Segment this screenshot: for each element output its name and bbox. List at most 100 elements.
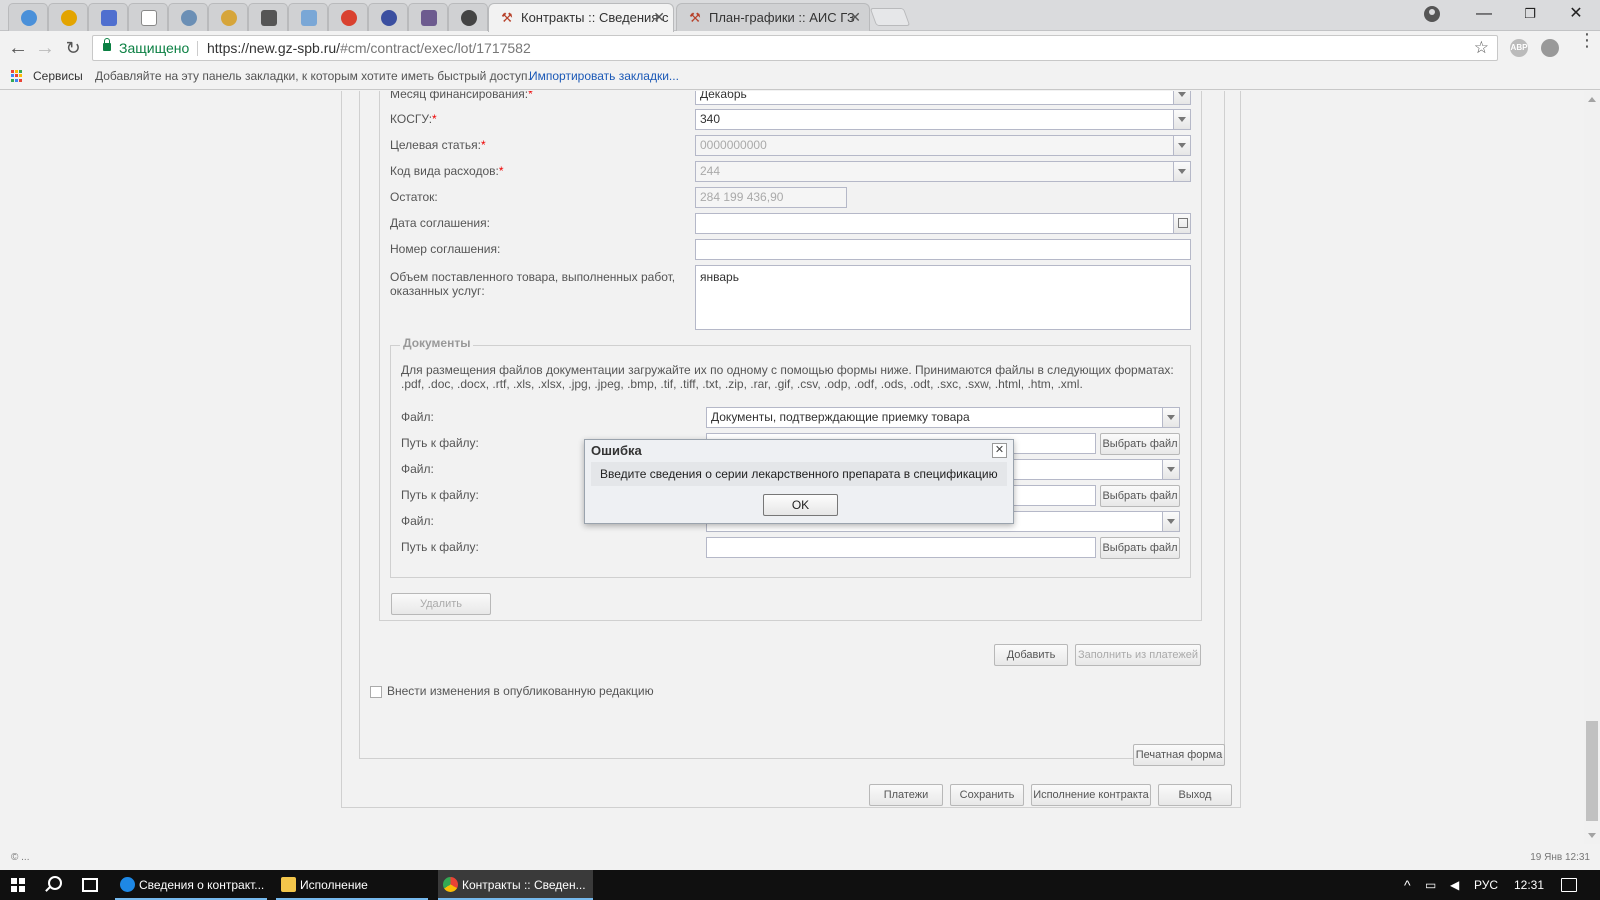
- required-mark: *: [528, 91, 533, 101]
- taskbar-app-label: Сведения о контракт...: [139, 878, 265, 892]
- choose-file-button[interactable]: Выбрать файл: [1100, 485, 1180, 507]
- agreement-number-field[interactable]: [695, 239, 1191, 260]
- close-icon[interactable]: ✕: [992, 443, 1007, 458]
- status-bar: © ... 19 Янв 12:31: [0, 844, 1600, 870]
- document-icon: [141, 10, 157, 26]
- new-tab-button[interactable]: [869, 8, 911, 26]
- choose-file-button[interactable]: Выбрать файл: [1100, 433, 1180, 455]
- pinned-tab-2[interactable]: [48, 3, 88, 31]
- close-tab-icon[interactable]: ✕: [849, 4, 861, 31]
- close-tab-icon[interactable]: ✕: [653, 4, 665, 31]
- briefcase-icon: [301, 10, 317, 26]
- label-text: Целевая статья:: [390, 138, 481, 152]
- restore-button[interactable]: ❐: [1507, 0, 1553, 28]
- scroll-down-icon[interactable]: [1588, 833, 1596, 838]
- emblem-icon: [381, 10, 397, 26]
- chrome-icon: [443, 877, 458, 892]
- chevron-down-icon: [1173, 136, 1190, 155]
- search-icon[interactable]: [48, 876, 62, 890]
- minimize-button[interactable]: —: [1461, 0, 1507, 28]
- scroll-thumb[interactable]: [1586, 721, 1598, 821]
- add-button[interactable]: Добавить: [994, 644, 1068, 666]
- reload-button[interactable]: ↻: [61, 36, 85, 60]
- tab-plan-schedules[interactable]: ⚒ План-графики :: АИС ГЗ ✕: [676, 3, 870, 31]
- exit-button[interactable]: Выход: [1158, 784, 1232, 806]
- payments-button[interactable]: Платежи: [869, 784, 943, 806]
- save-button[interactable]: Сохранить: [950, 784, 1024, 806]
- delete-button[interactable]: Удалить: [391, 593, 491, 615]
- language-indicator[interactable]: РУС: [1474, 870, 1498, 900]
- documents-info-text: Для размещения файлов документации загру…: [401, 363, 1174, 391]
- chevron-down-icon[interactable]: [1173, 110, 1190, 129]
- label-text: Месяц финансирования:: [390, 91, 529, 101]
- import-bookmarks-link[interactable]: Импортировать закладки...: [529, 64, 679, 88]
- pinned-tab-9[interactable]: [328, 3, 368, 31]
- gavel-icon: ⚒: [689, 10, 701, 25]
- chevron-up-icon[interactable]: ^: [1404, 870, 1411, 900]
- funding-month-select[interactable]: Декабрь: [695, 91, 1191, 105]
- url-text: https://new.gz-spb.ru/#cm/contract/exec/…: [207, 36, 531, 60]
- notifications-icon[interactable]: [1561, 878, 1577, 892]
- windows-start-icon[interactable]: [11, 878, 25, 892]
- browser-menu-icon[interactable]: ⋮: [1578, 31, 1596, 49]
- selected-value: Документы, подтверждающие приемку товара: [711, 410, 970, 424]
- publish-changes-checkbox[interactable]: [370, 686, 382, 698]
- forward-button[interactable]: →: [33, 36, 57, 60]
- task-view-icon[interactable]: [82, 878, 98, 892]
- ie-icon: [120, 877, 135, 892]
- field-label-funding-month: Месяц финансирования:*: [390, 91, 533, 101]
- print-form-button[interactable]: Печатная форма: [1133, 744, 1225, 766]
- network-icon[interactable]: ▭: [1425, 870, 1436, 900]
- scroll-up-icon[interactable]: [1588, 97, 1596, 102]
- extension-icon[interactable]: [1541, 39, 1559, 57]
- apps-grid-icon[interactable]: [11, 70, 23, 82]
- pinned-tab-12[interactable]: [448, 3, 488, 31]
- pinned-tab-7[interactable]: [248, 3, 288, 31]
- volume-textarea[interactable]: январь: [695, 265, 1191, 330]
- file-type-select[interactable]: Документы, подтверждающие приемку товара: [706, 407, 1180, 428]
- close-window-button[interactable]: ✕: [1553, 0, 1599, 28]
- dialog-message: Введите сведения о серии лекарственного …: [591, 462, 1007, 486]
- chevron-down-icon[interactable]: [1162, 512, 1179, 531]
- selected-value: 340: [700, 112, 721, 126]
- agreement-date-field[interactable]: [695, 213, 1191, 234]
- bookmark-star-icon[interactable]: ☆: [1474, 36, 1489, 60]
- required-mark: *: [480, 138, 486, 152]
- documents-legend: Документы: [400, 336, 474, 350]
- pinned-tab-6[interactable]: [208, 3, 248, 31]
- back-button[interactable]: ←: [6, 36, 30, 60]
- volume-icon[interactable]: ◀: [1450, 870, 1459, 900]
- file-path-input[interactable]: [706, 537, 1096, 558]
- file-path-label: Путь к файлу:: [401, 540, 479, 554]
- kosgu-select[interactable]: 340: [695, 109, 1191, 130]
- pinned-tab-5[interactable]: [168, 3, 208, 31]
- pinned-tab-11[interactable]: [408, 3, 448, 31]
- profile-icon[interactable]: [1424, 6, 1440, 22]
- windows-taskbar: Сведения о контракт... Исполнение Контра…: [0, 870, 1600, 900]
- pinned-tab-3[interactable]: [88, 3, 128, 31]
- page-scrollbar[interactable]: [1584, 91, 1600, 844]
- pinned-tab-8[interactable]: [288, 3, 328, 31]
- taskbar-app-chrome[interactable]: Контракты :: Сведен...: [438, 870, 593, 900]
- field-label-agreement-date: Дата соглашения:: [390, 216, 490, 230]
- fill-from-payments-button[interactable]: Заполнить из платежей: [1075, 644, 1201, 666]
- pinned-tab-4[interactable]: [128, 3, 168, 31]
- secure-label: Защищено: [119, 40, 190, 56]
- address-bar[interactable]: Защищено https://new.gz-spb.ru/#cm/contr…: [92, 35, 1498, 61]
- url-host: https://new.gz-spb.ru/: [207, 40, 341, 56]
- services-link[interactable]: Сервисы: [33, 64, 83, 88]
- chevron-down-icon[interactable]: [1162, 408, 1179, 427]
- chevron-down-icon[interactable]: [1173, 91, 1190, 104]
- adblock-extension-icon[interactable]: ABP: [1510, 39, 1528, 57]
- taskbar-app-explorer[interactable]: Исполнение: [276, 870, 428, 900]
- chevron-down-icon[interactable]: [1162, 460, 1179, 479]
- contract-execution-button[interactable]: Исполнение контракта: [1031, 784, 1151, 806]
- calendar-icon[interactable]: [1173, 214, 1190, 233]
- pinned-tab-10[interactable]: [368, 3, 408, 31]
- tab-contracts[interactable]: ⚒ Контракты :: Сведения с ✕: [488, 3, 674, 32]
- taskbar-app-ie[interactable]: Сведения о контракт...: [115, 870, 267, 900]
- ok-button[interactable]: OK: [763, 494, 838, 516]
- choose-file-button[interactable]: Выбрать файл: [1100, 537, 1180, 559]
- clock[interactable]: 12:31: [1514, 870, 1544, 900]
- pinned-tab-1[interactable]: [8, 3, 48, 31]
